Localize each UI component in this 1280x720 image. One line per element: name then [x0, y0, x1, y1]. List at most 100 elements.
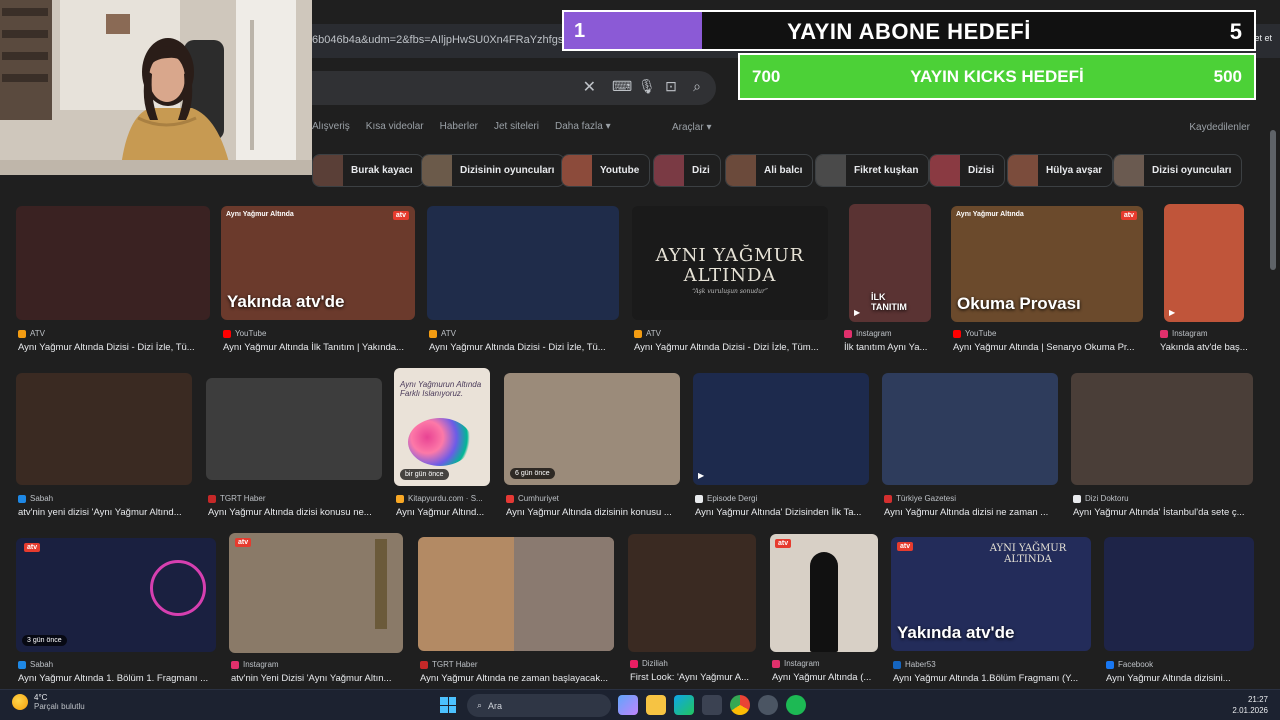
result-title[interactable]: Aynı Yağmur Altında (...: [772, 672, 880, 683]
tab-more[interactable]: Daha fazla ▾: [555, 121, 611, 132]
close-icon[interactable]: ✕: [583, 77, 596, 97]
result-title[interactable]: Aynı Yağmur Altında dizisini...: [1106, 673, 1254, 684]
lens-icon[interactable]: ⊡: [664, 78, 678, 95]
result-title[interactable]: Aynı Yağmur Altında 1. Bölüm 1. Fragmanı…: [18, 673, 216, 684]
image-result[interactable]: atv 3 gün önce Sabah Aynı Yağmur Altında…: [16, 538, 216, 686]
tools-button[interactable]: Araçlar ▾: [672, 122, 711, 133]
image-result[interactable]: Diziliah First Look: 'Aynı Yağmur A...: [628, 534, 758, 686]
search-icon[interactable]: ⌕: [690, 78, 704, 95]
result-thumbnail[interactable]: [418, 537, 614, 651]
tab-short-videos[interactable]: Kısa videolar: [366, 121, 424, 132]
scrollbar[interactable]: [1270, 60, 1276, 686]
spotify-icon[interactable]: [786, 695, 806, 715]
source-name: Sabah: [30, 660, 54, 669]
result-thumbnail[interactable]: AYNI YAĞMUR ALTINDA “Aşk vuruluşun sonud…: [632, 206, 828, 320]
result-title[interactable]: Aynı Yağmur Altında dizisinin konusu ...: [506, 507, 680, 518]
result-title[interactable]: Aynı Yağmur Altınd...: [396, 507, 492, 518]
image-result[interactable]: ▶ Instagram Yakında atv'de baş...: [1158, 204, 1250, 356]
result-title[interactable]: Aynı Yağmur Altında | Senaryo Okuma Pr..…: [953, 342, 1143, 353]
flower-art: [408, 418, 472, 466]
edge-browser-icon[interactable]: [674, 695, 694, 715]
result-thumbnail[interactable]: İLK TANITIM ▶: [849, 204, 931, 322]
result-title[interactable]: First Look: 'Aynı Yağmur A...: [630, 672, 758, 683]
result-thumbnail[interactable]: ▶: [693, 373, 869, 485]
image-result[interactable]: Türkiye Gazetesi Aynı Yağmur Altında diz…: [882, 373, 1058, 521]
taskbar-search[interactable]: ⌕ Ara: [467, 694, 611, 717]
result-thumbnail[interactable]: ▶: [1164, 204, 1244, 322]
image-result[interactable]: 6 gün önce Cumhuriyet Aynı Yağmur Altınd…: [504, 373, 680, 521]
tab-shopping[interactable]: Alışveriş: [312, 121, 350, 132]
image-result[interactable]: TGRT Haber Aynı Yağmur Altında dizisi ko…: [206, 378, 382, 521]
result-title[interactable]: Aynı Yağmur Altında ne zaman başlayacak.…: [420, 673, 616, 684]
chip[interactable]: Dizisinin oyuncuları: [421, 154, 566, 187]
result-title[interactable]: Aynı Yağmur Altında dizisi konusu ne...: [208, 507, 382, 518]
result-thumbnail[interactable]: [882, 373, 1058, 485]
result-thumbnail[interactable]: [206, 378, 382, 480]
image-result[interactable]: ATV Aynı Yağmur Altında Dizisi - Dizi İz…: [427, 206, 619, 356]
result-thumbnail[interactable]: atv: [770, 534, 878, 652]
result-thumbnail[interactable]: Aynı Yağmurun Altında Farklı Islanıyoruz…: [394, 368, 490, 486]
result-title[interactable]: Aynı Yağmur Altında Dizisi - Dizi İzle, …: [634, 342, 828, 353]
keyboard-icon[interactable]: ⌨: [612, 78, 632, 95]
result-thumbnail[interactable]: atv: [229, 533, 403, 653]
chip[interactable]: Dizisi: [929, 154, 1006, 187]
image-result[interactable]: TGRT Haber Aynı Yağmur Altında ne zaman …: [418, 537, 616, 686]
file-explorer-icon[interactable]: [646, 695, 666, 715]
image-result[interactable]: Facebook Aynı Yağmur Altında dizisini...: [1104, 537, 1254, 686]
chip[interactable]: Youtube: [561, 154, 651, 187]
image-result[interactable]: Aynı Yağmurun Altında Farklı Islanıyoruz…: [394, 368, 492, 521]
result-thumbnail[interactable]: [1071, 373, 1253, 485]
windows-start-icon[interactable]: [440, 697, 456, 713]
image-result[interactable]: atv Instagram Aynı Yağmur Altında (...: [770, 534, 880, 686]
result-title[interactable]: atv'nin yeni dizisi 'Aynı Yağmur Altınd.…: [18, 507, 192, 518]
image-result[interactable]: ▶ Episode Dergi Aynı Yağmur Altında' Diz…: [693, 373, 869, 521]
result-thumbnail[interactable]: [16, 206, 210, 320]
result-title[interactable]: Aynı Yağmur Altında Dizisi - Dizi İzle, …: [18, 342, 208, 353]
result-title[interactable]: İlk tanıtım Aynı Ya...: [844, 342, 938, 353]
obs-icon[interactable]: [758, 695, 778, 715]
image-result[interactable]: atv Instagram atv'nin Yeni Dizisi 'Aynı …: [229, 533, 405, 686]
image-result[interactable]: Dizi Doktoru Aynı Yağmur Altında' İstanb…: [1071, 373, 1253, 521]
result-title[interactable]: Aynı Yağmur Altında' İstanbul'da sete ç.…: [1073, 507, 1253, 518]
weather-widget[interactable]: 4°C Parçalı bulutlu: [12, 693, 85, 711]
image-result[interactable]: ATV Aynı Yağmur Altında Dizisi - Dizi İz…: [16, 206, 210, 356]
result-thumbnail[interactable]: Aynı Yağmur Altında atv Okuma Provası: [951, 206, 1143, 322]
result-thumbnail[interactable]: atv AYNI YAĞMUR ALTINDA Yakında atv'de: [891, 537, 1091, 651]
image-result[interactable]: atv AYNI YAĞMUR ALTINDA Yakında atv'de H…: [891, 537, 1091, 686]
favicon-icon: [634, 329, 642, 338]
image-result[interactable]: Sabah atv'nin yeni dizisi 'Aynı Yağmur A…: [16, 373, 192, 521]
image-result[interactable]: AYNI YAĞMUR ALTINDA “Aşk vuruluşun sonud…: [632, 206, 828, 356]
result-title[interactable]: Aynı Yağmur Altında' Dizisinden İlk Ta..…: [695, 507, 869, 518]
system-clock[interactable]: 21:27 2.01.2026: [1232, 694, 1268, 716]
result-thumbnail[interactable]: [1104, 537, 1254, 651]
scrollbar-thumb[interactable]: [1270, 130, 1276, 270]
chip[interactable]: Ali balcı: [725, 154, 814, 187]
image-result[interactable]: Aynı Yağmur Altında atv Yakında atv'de Y…: [221, 206, 415, 356]
result-title[interactable]: Aynı Yağmur Altında İlk Tanıtım | Yakınd…: [223, 342, 413, 353]
result-title[interactable]: Yakında atv'de baş...: [1160, 342, 1250, 353]
chrome-icon[interactable]: [730, 695, 750, 715]
result-title[interactable]: Aynı Yağmur Altında Dizisi - Dizi İzle, …: [429, 342, 619, 353]
chip[interactable]: Dizisi oyuncuları: [1113, 154, 1243, 187]
tab-news[interactable]: Haberler: [440, 121, 478, 132]
result-title[interactable]: Aynı Yağmur Altında dizisi ne zaman ...: [884, 507, 1058, 518]
chip[interactable]: Hülya avşar: [1007, 154, 1114, 187]
store-icon[interactable]: [702, 695, 722, 715]
image-result[interactable]: Aynı Yağmur Altında atv Okuma Provası Yo…: [951, 206, 1143, 356]
result-title[interactable]: atv'nin Yeni Dizisi 'Aynı Yağmur Altın..…: [231, 673, 405, 684]
copilot-app-icon[interactable]: [618, 695, 638, 715]
image-result[interactable]: İLK TANITIM ▶ Instagram İlk tanıtım Aynı…: [842, 204, 938, 356]
result-title[interactable]: Aynı Yağmur Altında 1.Bölüm Fragmanı (Y.…: [893, 673, 1091, 684]
mic-icon[interactable]: 🎙: [638, 78, 656, 95]
chip[interactable]: Dizi: [653, 154, 721, 187]
tab-websites[interactable]: Jet siteleri: [494, 121, 539, 132]
chip[interactable]: Fikret kuşkan: [815, 154, 930, 187]
result-thumbnail[interactable]: Aynı Yağmur Altında atv Yakında atv'de: [221, 206, 415, 320]
chip[interactable]: Burak kayacı: [312, 154, 424, 187]
result-thumbnail[interactable]: [628, 534, 756, 652]
result-thumbnail[interactable]: [16, 373, 192, 485]
result-thumbnail[interactable]: atv 3 gün önce: [16, 538, 216, 652]
result-thumbnail[interactable]: 6 gün önce: [504, 373, 680, 485]
saved-button[interactable]: Kaydedilenler: [1189, 122, 1250, 133]
result-thumbnail[interactable]: [427, 206, 619, 320]
